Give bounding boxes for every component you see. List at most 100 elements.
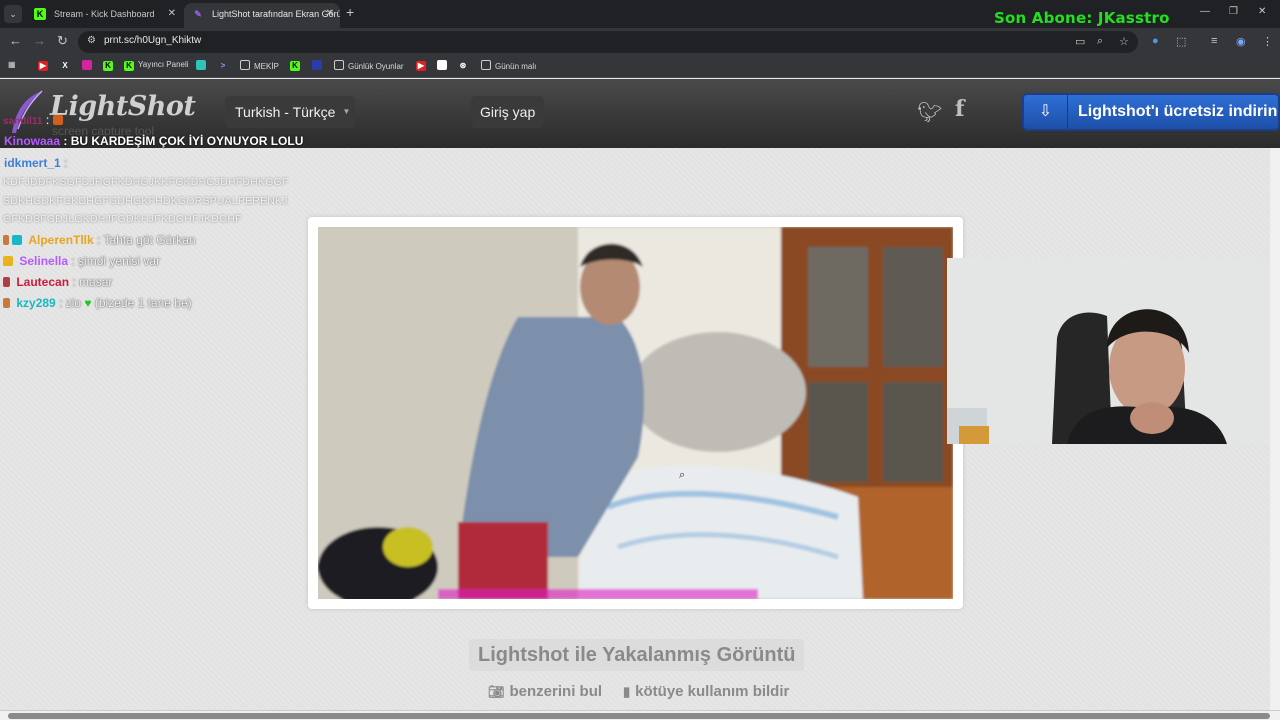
reading-list-icon[interactable]: ≡ bbox=[1211, 35, 1217, 47]
forward-icon[interactable]: → bbox=[33, 33, 46, 48]
instagram-bookmark-icon[interactable] bbox=[82, 60, 96, 71]
chat-username: Kinowaaa bbox=[4, 134, 61, 148]
chat-username: Lautecan bbox=[16, 275, 70, 289]
bookmark-blue-icon[interactable] bbox=[312, 60, 326, 71]
chat-text: : Tahta göt Gürkan bbox=[97, 233, 196, 247]
new-tab-icon[interactable]: + bbox=[346, 4, 354, 20]
folder-icon bbox=[240, 60, 250, 70]
chat-spam-line: GFKDSFGDJLGKDHJFGDKHJFKDGHFJKDGHF bbox=[3, 213, 242, 225]
profile-avatar[interactable]: ◉ bbox=[1236, 35, 1246, 48]
extensions-puzzle-icon[interactable]: ⬚ bbox=[1176, 35, 1186, 48]
minimize-icon[interactable]: — bbox=[1200, 6, 1210, 17]
user-badge-icon bbox=[3, 235, 9, 245]
chat-username: kzy289 bbox=[16, 296, 56, 310]
user-badge-icon bbox=[12, 235, 22, 245]
report-abuse-link[interactable]: ▮ kötüye kullanım bildir bbox=[623, 683, 789, 700]
chat-username: Selinella bbox=[19, 254, 69, 268]
report-abuse-label: kötüye kullanım bildir bbox=[635, 683, 790, 700]
bookmark-folder-gunun-mali[interactable]: Günün malı bbox=[481, 60, 536, 71]
language-label: Turkish - Türkçe bbox=[235, 104, 336, 120]
chat-username: AlperenTllk bbox=[28, 233, 94, 247]
address-bar[interactable]: ⚙ prnt.sc/h0Ugn_Khiktw ▭ ⌕ ☆ bbox=[78, 31, 1138, 53]
bookmark-image-icon[interactable] bbox=[437, 60, 451, 71]
menu-icon[interactable]: ⋮ bbox=[1262, 35, 1273, 48]
reload-icon[interactable]: ↻ bbox=[57, 33, 68, 49]
chat-message: idkmert_1 : bbox=[4, 156, 67, 170]
bookmark-app-icon[interactable] bbox=[196, 60, 210, 71]
folder-icon bbox=[481, 60, 491, 70]
green-heart-icon: ♥ bbox=[84, 296, 92, 310]
youtube-bookmark-icon[interactable]: ▶ bbox=[416, 60, 430, 71]
chat-text: (bizede 1 tane be) bbox=[94, 296, 192, 310]
chat-text: : BU KARDEŞİM ÇOK İYİ OYNUYOR LOLU bbox=[63, 134, 304, 148]
find-similar-link[interactable]: 📷︎ benzerini bul bbox=[488, 683, 602, 700]
youtube-bookmark-icon[interactable]: ▶ bbox=[38, 60, 52, 71]
chat-spam-line: KDFJDDFKSGFDJHGFKDHGJKKFGKDHGJDHFDHKGGF bbox=[3, 176, 289, 188]
tab-lightshot[interactable]: ✎ LightShot tarafından Ekran Görü ✕ bbox=[184, 3, 340, 28]
bookmark-arrow-icon[interactable]: > bbox=[218, 60, 232, 71]
browser-nav-bar: ← → ↻ ⚙ prnt.sc/h0Ugn_Khiktw ▭ ⌕ ☆ ● ⬚ ≡… bbox=[0, 28, 1280, 56]
tab-label: LightShot tarafından Ekran Görü bbox=[212, 9, 340, 19]
lightshot-favicon-icon: ✎ bbox=[194, 9, 202, 19]
login-button[interactable]: Giriş yap bbox=[471, 96, 545, 128]
webcam-overlay bbox=[947, 258, 1280, 444]
tab-close-icon[interactable]: ✕ bbox=[326, 3, 334, 25]
chat-text: : zio bbox=[59, 296, 82, 310]
site-info-icon[interactable]: ⚙ bbox=[87, 35, 96, 46]
vertical-scrollbar[interactable] bbox=[1270, 148, 1280, 710]
camera-icon: 📷︎ bbox=[488, 684, 505, 699]
extension-icon[interactable]: ● bbox=[1152, 35, 1159, 47]
back-icon[interactable]: ← bbox=[9, 33, 22, 48]
chat-message: kzy289 : zio ♥ (bizede 1 tane be) bbox=[3, 296, 192, 310]
find-similar-label: benzerini bul bbox=[509, 683, 603, 700]
chat-message: Selinella : şimdi yenisi var bbox=[3, 254, 160, 268]
twitter-icon[interactable]: 🐦︎ bbox=[917, 100, 942, 125]
chat-text: : bbox=[45, 113, 50, 127]
restore-icon[interactable]: ❐ bbox=[1229, 6, 1238, 17]
chat-message: AlperenTllk : Tahta göt Gürkan bbox=[3, 233, 196, 247]
kick-bookmark-icon[interactable]: K bbox=[103, 60, 117, 71]
horizontal-scrollbar[interactable] bbox=[0, 710, 1280, 720]
magnifier-cursor-icon: ⌕ bbox=[679, 469, 686, 481]
user-badge-icon bbox=[3, 256, 13, 266]
tab-close-icon[interactable]: ✕ bbox=[168, 3, 176, 25]
kick-bookmark-icon[interactable]: K bbox=[290, 60, 304, 71]
url-text: prnt.sc/h0Ugn_Khiktw bbox=[104, 35, 202, 46]
bookmark-label: Günün malı bbox=[495, 62, 537, 71]
chat-username: idkmert_1 bbox=[4, 156, 61, 170]
chat-text: : bbox=[64, 156, 68, 170]
bookmark-label: Yayıncı Paneli bbox=[138, 60, 189, 69]
chevron-down-icon: ▼ bbox=[342, 107, 351, 116]
user-badge-icon bbox=[3, 277, 10, 287]
facebook-icon[interactable]: f bbox=[955, 96, 964, 122]
bookmark-folder-gunluk-oyunlar[interactable]: Günlük Oyunlar bbox=[334, 60, 404, 71]
bookmark-chatgpt-icon[interactable]: ⊛ bbox=[458, 60, 472, 71]
chat-message: Lautecan : masar bbox=[3, 275, 112, 289]
cast-icon[interactable]: ▭ bbox=[1075, 35, 1085, 48]
chat-message: Kinowaaa : BU KARDEŞİM ÇOK İYİ OYNUYOR L… bbox=[4, 134, 303, 148]
kick-icon: K bbox=[124, 61, 134, 71]
user-badge-icon bbox=[3, 298, 10, 308]
bookmark-yayinci-paneli[interactable]: K Yayıncı Paneli bbox=[124, 60, 189, 71]
apps-grid-icon[interactable]: ▦ bbox=[8, 60, 16, 69]
screenshot-caption: Lightshot ile Yakalanmış Görüntü bbox=[469, 639, 805, 671]
chat-text: : masar bbox=[72, 275, 113, 289]
kick-favicon-icon: K bbox=[34, 8, 46, 20]
bookmark-folder-mekip[interactable]: MEKİP bbox=[240, 60, 279, 71]
screenshot-frame bbox=[308, 217, 963, 609]
download-button[interactable]: ⇩ Lightshot'ı ücretsiz indirin bbox=[1022, 93, 1280, 131]
bookmark-star-icon[interactable]: ☆ bbox=[1119, 35, 1129, 48]
cloud-download-icon: ⇩ bbox=[1024, 95, 1068, 129]
zoom-icon[interactable]: ⌕ bbox=[1097, 35, 1103, 48]
chat-spam-line: SDKHGDKFGKDHGFGDHGKFHDKGORSPUALPERENKJ bbox=[3, 195, 288, 207]
screenshot-image[interactable] bbox=[318, 227, 953, 599]
lightshot-logo[interactable]: LightShot bbox=[50, 91, 196, 122]
tab-search-button[interactable]: ⌄ bbox=[4, 5, 22, 23]
language-selector[interactable]: Turkish - Türkçe ▼ bbox=[225, 96, 356, 128]
chat-username: sandil11 bbox=[3, 116, 43, 127]
x-bookmark-icon[interactable]: X bbox=[60, 60, 74, 71]
scrollbar-thumb[interactable] bbox=[8, 713, 1270, 719]
window-close-icon[interactable]: ✕ bbox=[1258, 6, 1266, 17]
last-subscriber-overlay: Son Abone: JKasstro bbox=[994, 9, 1170, 27]
tab-kick-dashboard[interactable]: K Stream - Kick Dashboard ✕ bbox=[26, 3, 182, 28]
